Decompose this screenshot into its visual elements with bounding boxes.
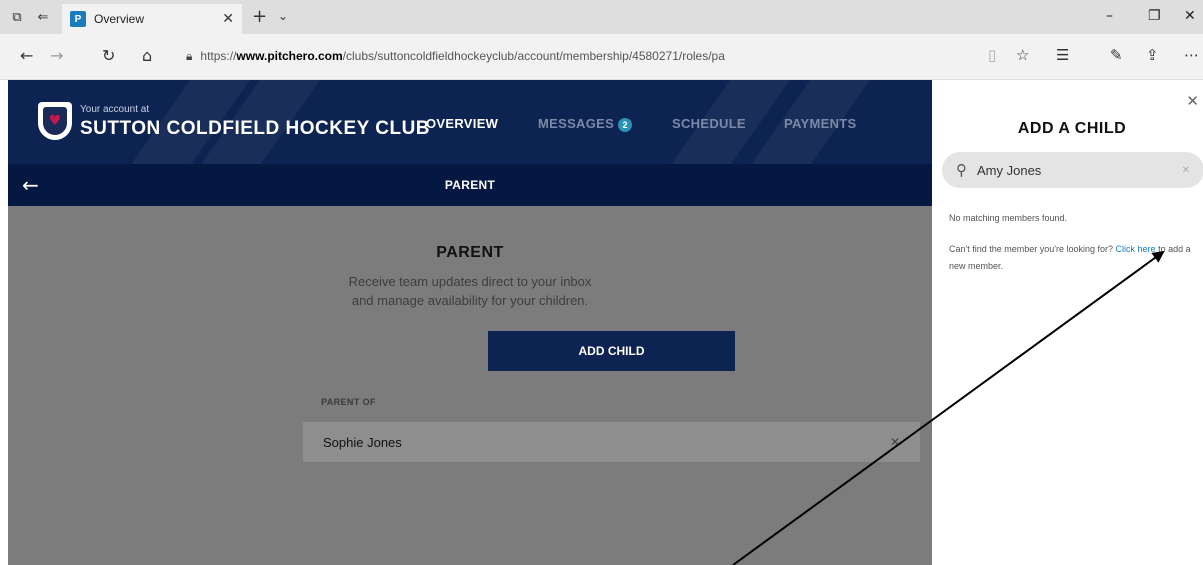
refresh-icon[interactable]: ↻ (102, 46, 115, 65)
role-description-line: Receive team updates direct to your inbo… (348, 274, 592, 289)
restore-icon[interactable]: ❐ (1148, 8, 1161, 24)
site-header: ♥ Your account at SUTTON COLDFIELD HOCKE… (8, 80, 932, 164)
search-icon: ⚲ (956, 161, 967, 179)
close-panel-icon[interactable]: ✕ (1186, 92, 1199, 110)
new-tab-icon[interactable]: + (252, 6, 267, 27)
forward-icon[interactable]: → (50, 46, 63, 65)
clear-search-icon[interactable]: ✕ (1182, 165, 1190, 176)
add-child-button[interactable]: ADD CHILD (488, 331, 735, 371)
club-crest-icon[interactable]: ♥ (38, 102, 72, 140)
club-name[interactable]: SUTTON COLDFIELD HOCKEY CLUB (80, 118, 430, 140)
child-name: Sophie Jones (323, 434, 402, 450)
add-member-help: Can't find the member you're looking for… (949, 241, 1203, 275)
nav-payments[interactable]: PAYMENTS (784, 116, 856, 131)
sub-header-title: PARENT (444, 178, 496, 192)
share-icon[interactable]: ⇪ (1146, 46, 1159, 64)
more-icon[interactable]: ⋯ (1184, 46, 1199, 64)
tab-title: Overview (94, 12, 145, 26)
nav-overview[interactable]: OVERVIEW (426, 116, 498, 131)
sub-header: ← PARENT (8, 164, 932, 206)
minimize-icon[interactable]: – (1106, 8, 1113, 24)
favorites-list-icon[interactable]: ☰ (1056, 46, 1069, 64)
url-text: https://www.pitchero.com/clubs/suttoncol… (200, 49, 725, 63)
pitchero-favicon-icon: P (70, 11, 86, 27)
browser-tab[interactable]: P Overview ✕ (62, 4, 242, 34)
favorite-star-icon[interactable]: ☆ (1016, 46, 1029, 64)
no-match-message: No matching members found. (949, 213, 1068, 223)
home-icon[interactable]: ⌂ (142, 46, 152, 65)
url-field[interactable]: 🔒︎ https://www.pitchero.com/clubs/sutton… (186, 42, 725, 70)
nav-messages-label: MESSAGES (538, 116, 615, 131)
nav-messages[interactable]: MESSAGES 2 (538, 116, 633, 132)
panel-title: ADD A CHILD (1017, 120, 1127, 137)
messages-count-badge: 2 (618, 118, 633, 132)
add-new-member-link[interactable]: Click here (1116, 244, 1156, 254)
back-icon[interactable]: ← (20, 46, 33, 65)
reading-view-icon[interactable]: ▯ (988, 46, 996, 64)
tab-aside-icon[interactable]: ⇐ (32, 6, 54, 28)
help-text: Can't find the member you're looking for… (949, 244, 1114, 254)
browser-tab-bar: ⧉ ⇐ P Overview ✕ + ⌄ – ❐ ✕ (0, 0, 1203, 34)
child-row: Sophie Jones ✕ (303, 422, 920, 462)
chevron-down-icon[interactable]: ⌄ (278, 9, 288, 23)
main-page: ♥ Your account at SUTTON COLDFIELD HOCKE… (8, 80, 932, 565)
parent-of-label: PARENT OF (321, 397, 376, 407)
close-window-icon[interactable]: ✕ (1184, 8, 1196, 24)
member-search-input[interactable] (977, 162, 1182, 178)
add-child-panel: ✕ ADD A CHILD ⚲ ✕ No matching members fo… (932, 80, 1203, 565)
pen-icon[interactable]: ✎ (1110, 46, 1123, 64)
role-description: Receive team updates direct to your inbo… (8, 272, 932, 310)
role-title: PARENT (436, 244, 504, 261)
close-tab-icon[interactable]: ✕ (222, 11, 234, 27)
tab-actions-icon[interactable]: ⧉ (6, 6, 28, 28)
member-search: ⚲ ✕ (942, 152, 1203, 188)
remove-child-icon[interactable]: ✕ (890, 435, 900, 449)
role-description-line: and manage availability for your childre… (351, 293, 589, 308)
account-prefix: Your account at (80, 104, 150, 115)
browser-address-bar: ← → ↻ ⌂ 🔒︎ https://www.pitchero.com/club… (0, 34, 1203, 80)
nav-schedule[interactable]: SCHEDULE (672, 116, 746, 131)
lock-icon: 🔒︎ (186, 48, 193, 63)
